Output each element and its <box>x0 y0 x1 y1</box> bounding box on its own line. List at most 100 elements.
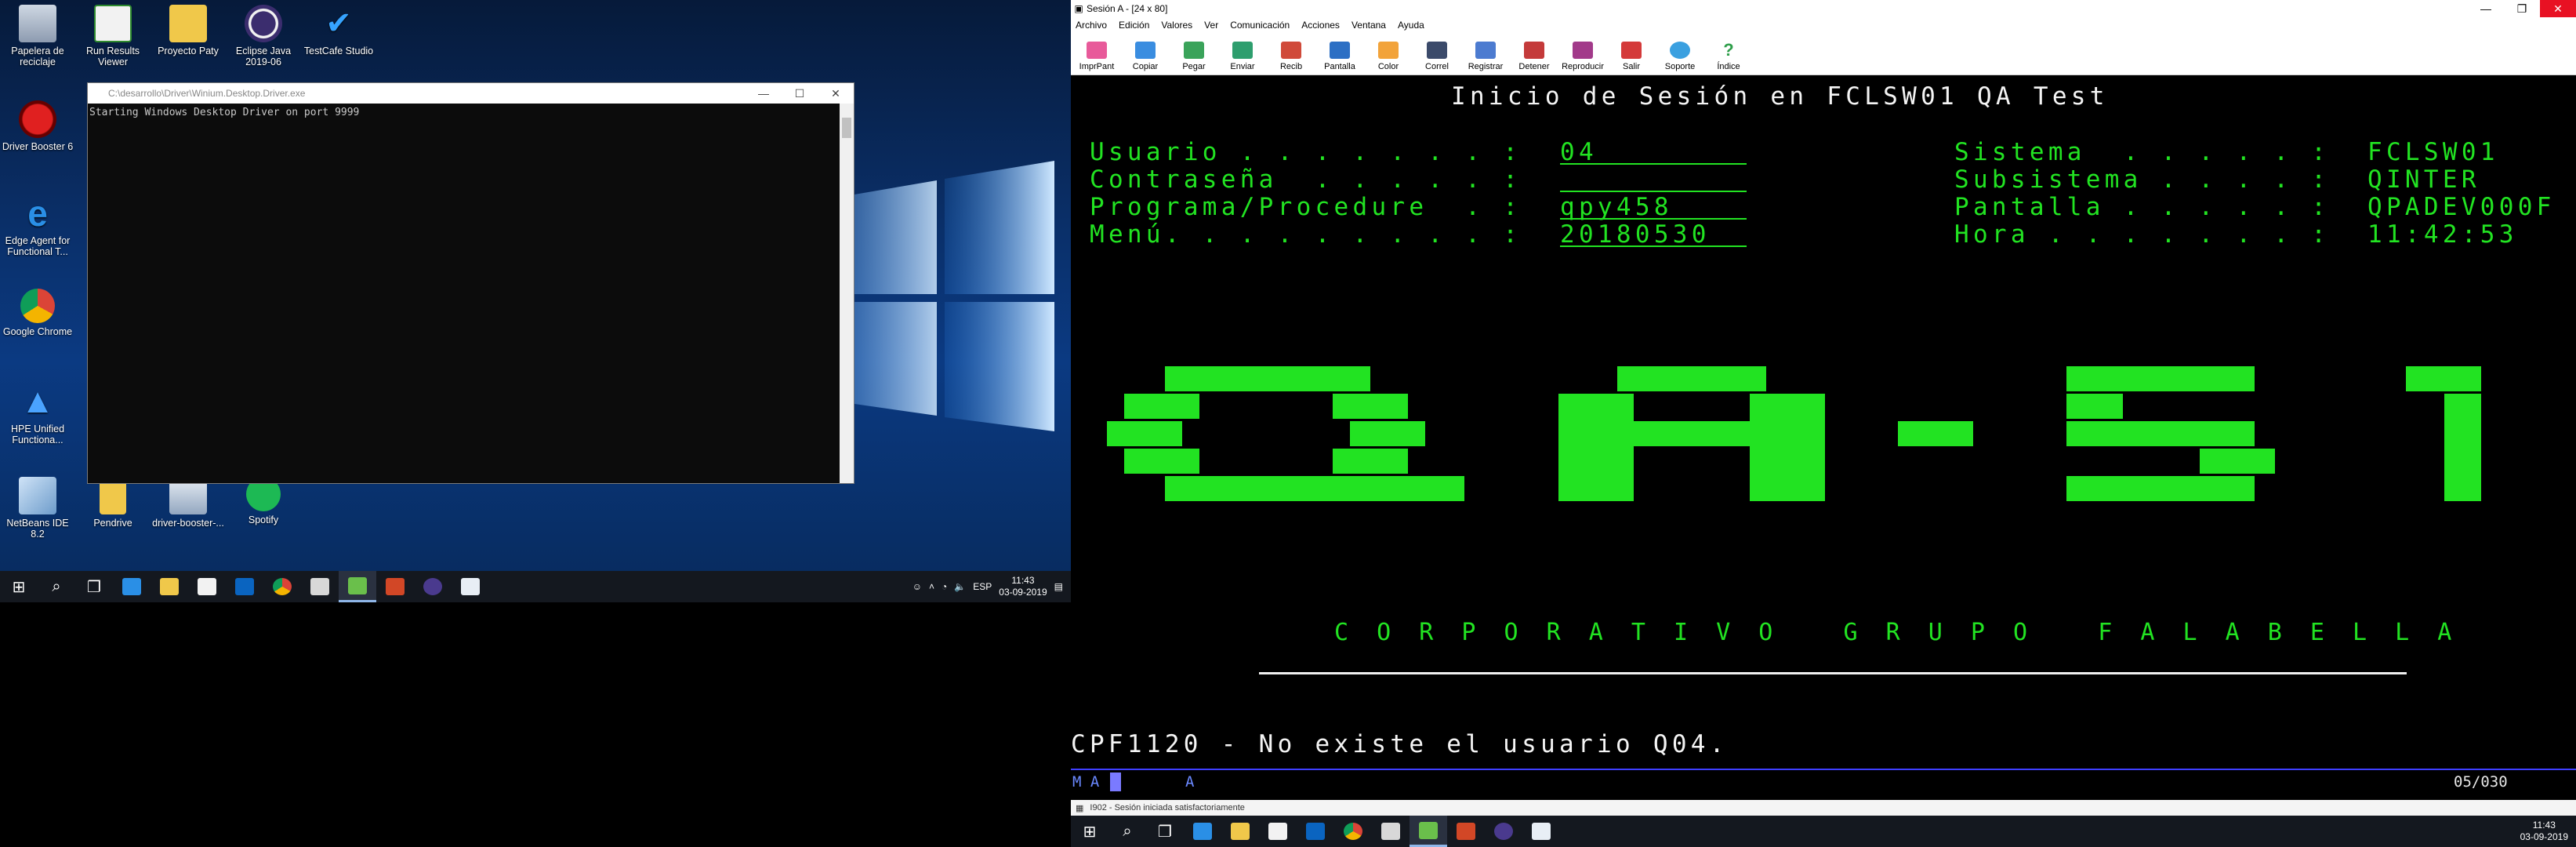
tool-imprpant[interactable]: ImprPant <box>1072 42 1121 75</box>
chrome-taskbar-icon[interactable] <box>263 571 301 602</box>
field-menu[interactable]: 20180530 <box>1560 220 1747 249</box>
desktop-icon-spotify[interactable]: Spotify <box>226 477 301 525</box>
edge-taskbar-icon[interactable] <box>1184 816 1221 847</box>
desktop-icon-edge-agent[interactable]: e Edge Agent for Functional T... <box>0 194 75 257</box>
console-title: C:\desarrollo\Driver\Winium.Desktop.Driv… <box>108 88 306 99</box>
tool-recib[interactable]: Recib <box>1267 42 1315 75</box>
tool-label: Índice <box>1717 62 1740 71</box>
menu-comunicacion[interactable]: Comunicación <box>1230 20 1290 31</box>
desktop-icon-proyecto-paty[interactable]: Proyecto Paty <box>151 5 226 56</box>
tool-enviar[interactable]: Enviar <box>1218 42 1267 75</box>
terminal-screen[interactable]: Inicio de Sesión en FCLSW01 QA Test Usua… <box>1071 76 2576 798</box>
desktop-icon-label: Proyecto Paty <box>158 45 219 56</box>
tool-pantalla[interactable]: Pantalla <box>1315 42 1364 75</box>
menu-archivo[interactable]: Archivo <box>1076 20 1107 31</box>
tool-color[interactable]: Color <box>1364 42 1413 75</box>
clock[interactable]: 11:43 03-09-2019 <box>2520 820 2568 843</box>
clock-time: 11:43 <box>1011 575 1035 586</box>
language-indicator[interactable]: ESP <box>973 581 992 592</box>
menu-ventana[interactable]: Ventana <box>1351 20 1386 31</box>
emulator-title: Sesión A - [24 x 80] <box>1087 3 1168 14</box>
desktop-icon-recycle-bin[interactable]: Papelera de reciclaje <box>0 5 75 67</box>
powerpoint-taskbar-icon[interactable] <box>1447 816 1485 847</box>
search-icon[interactable]: ⌕ <box>1108 816 1146 847</box>
console-output[interactable]: Starting Windows Desktop Driver on port … <box>88 104 840 483</box>
menu-edicion[interactable]: Edición <box>1119 20 1149 31</box>
field-contrasena[interactable] <box>1560 165 1747 192</box>
network-icon[interactable]: ◔ <box>942 581 947 592</box>
task-view-icon[interactable]: ❐ <box>75 571 113 602</box>
restore-button[interactable]: ❐ <box>2504 2 2540 16</box>
tool-indice[interactable]: ? Índice <box>1704 42 1753 75</box>
task-view-icon[interactable]: ❐ <box>1146 816 1184 847</box>
desktop-icon-pendrive[interactable]: Pendrive <box>75 477 151 529</box>
desktop-icon-hpe-uft[interactable]: ▲ HPE Unified Functiona... <box>0 383 75 446</box>
tool-pegar[interactable]: Pegar <box>1170 42 1218 75</box>
app-taskbar-icon[interactable] <box>452 571 489 602</box>
chevron-up-icon[interactable]: ˄ <box>929 581 934 592</box>
powerpoint-taskbar-icon[interactable] <box>376 571 414 602</box>
emulator-taskbar-icon[interactable] <box>1410 816 1447 847</box>
emulator-taskbar-icon[interactable] <box>339 571 376 602</box>
desktop-icon-eclipse[interactable]: Eclipse Java 2019-06 <box>226 5 301 67</box>
tool-salir[interactable]: Salir <box>1607 42 1656 75</box>
notification-icon[interactable]: ▤ <box>1054 581 1063 592</box>
people-icon[interactable]: ☺ <box>912 581 922 592</box>
corporate-text: C O R P O R A T I V O G R U P O F A L A … <box>1334 619 2459 646</box>
menu-valores[interactable]: Valores <box>1161 20 1192 31</box>
start-button[interactable]: ⊞ <box>0 571 38 602</box>
explorer-taskbar-icon[interactable] <box>1221 816 1259 847</box>
explorer-taskbar-icon[interactable] <box>151 571 188 602</box>
tool-correl[interactable]: Correl <box>1413 42 1461 75</box>
store-taskbar-icon[interactable] <box>188 571 226 602</box>
chrome-taskbar-icon[interactable] <box>1334 816 1372 847</box>
start-button[interactable]: ⊞ <box>1071 816 1108 847</box>
store-taskbar-icon[interactable] <box>1259 816 1297 847</box>
console-scrollbar[interactable] <box>840 104 854 483</box>
oia-indicator: A <box>1185 773 1195 791</box>
close-button[interactable]: ✕ <box>2540 0 2576 17</box>
console-titlebar[interactable]: C:\desarrollo\Driver\Winium.Desktop.Driv… <box>88 83 854 104</box>
edge-taskbar-icon[interactable] <box>113 571 151 602</box>
desktop-icon-label: Google Chrome <box>2 326 73 337</box>
mail-taskbar-icon[interactable] <box>301 571 339 602</box>
menu-ver[interactable]: Ver <box>1204 20 1218 31</box>
desktop-icon-testcafe[interactable]: ✔ TestCafe Studio <box>301 5 376 56</box>
desktop-icon-run-results-viewer[interactable]: Run Results Viewer <box>75 5 151 67</box>
paste-icon <box>1184 42 1204 59</box>
tool-detener[interactable]: Detener <box>1510 42 1558 75</box>
search-icon[interactable]: ⌕ <box>38 571 75 602</box>
field-usuario[interactable]: 04 <box>1560 138 1747 166</box>
eclipse-taskbar-icon[interactable] <box>414 571 452 602</box>
logo-block <box>1617 366 1766 391</box>
clock[interactable]: 11:43 03-09-2019 <box>999 575 1047 598</box>
minimize-button[interactable]: — <box>746 87 782 100</box>
field-programa[interactable]: qpy458 <box>1560 193 1747 221</box>
desktop-icon-google-chrome[interactable]: Google Chrome <box>0 289 75 337</box>
desktop-icon-driver-booster-installer[interactable]: driver-booster-... <box>151 477 226 529</box>
outlook-taskbar-icon[interactable] <box>1297 816 1334 847</box>
volume-icon[interactable]: 🔈 <box>954 581 966 592</box>
globe-icon <box>1670 42 1690 59</box>
label-pantalla: Pantalla . . . . . : <box>1954 193 2331 221</box>
mail-taskbar-icon[interactable] <box>1372 816 1410 847</box>
divider-line <box>1259 672 2407 674</box>
desktop-icon-netbeans[interactable]: NetBeans IDE 8.2 <box>0 477 75 540</box>
tool-copiar[interactable]: Copiar <box>1121 42 1170 75</box>
maximize-button[interactable]: ☐ <box>782 87 818 100</box>
field-programa-value: qpy458 <box>1560 193 1673 221</box>
eclipse-taskbar-icon[interactable] <box>1485 816 1522 847</box>
scrollbar-thumb[interactable] <box>842 118 851 138</box>
outlook-taskbar-icon[interactable] <box>226 571 263 602</box>
minimize-button[interactable]: — <box>2468 2 2504 15</box>
menu-ayuda[interactable]: Ayuda <box>1398 20 1424 31</box>
console-window[interactable]: C:\desarrollo\Driver\Winium.Desktop.Driv… <box>87 82 854 484</box>
emulator-titlebar[interactable]: ▣ Sesión A - [24 x 80] — ❐ ✕ <box>1071 0 2576 17</box>
menu-acciones[interactable]: Acciones <box>1301 20 1340 31</box>
tool-soporte[interactable]: Soporte <box>1656 42 1704 75</box>
app-taskbar-icon[interactable] <box>1522 816 1560 847</box>
tool-registrar[interactable]: Registrar <box>1461 42 1510 75</box>
close-button[interactable]: ✕ <box>818 87 854 100</box>
desktop-icon-driver-booster[interactable]: Driver Booster 6 <box>0 100 75 152</box>
tool-reproducir[interactable]: Reproducir <box>1558 42 1607 75</box>
